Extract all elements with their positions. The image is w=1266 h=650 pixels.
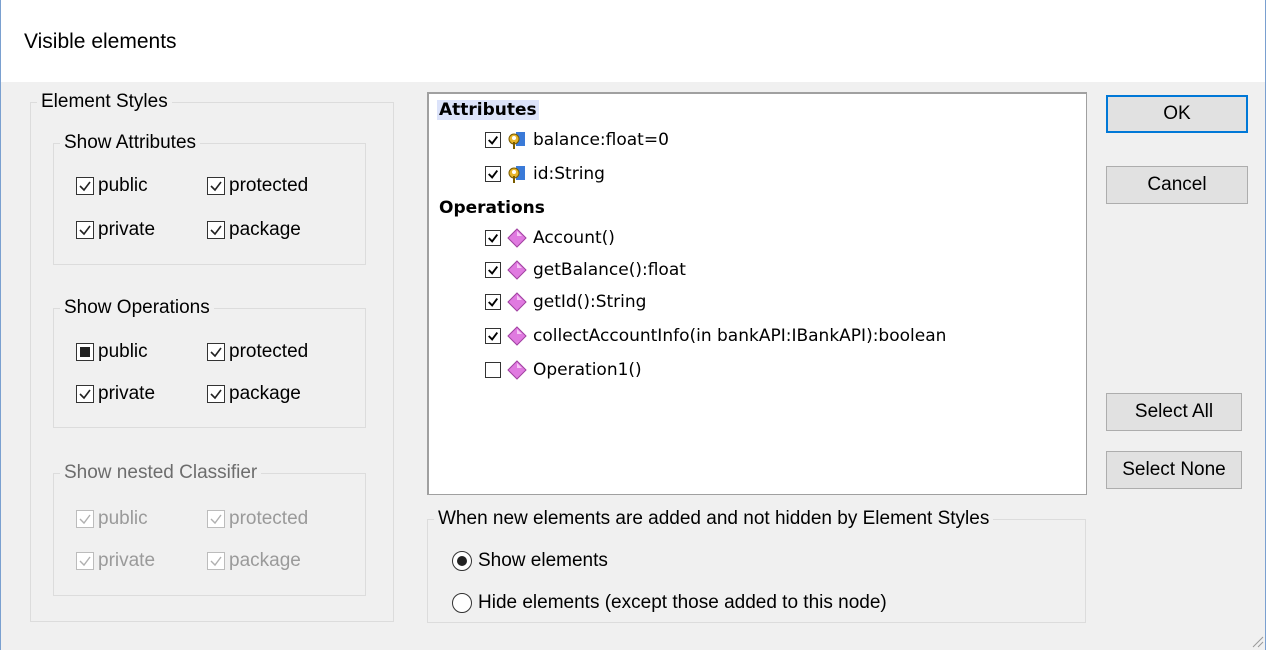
tree-item-label: id:String: [533, 164, 605, 184]
radio-circle[interactable]: [452, 551, 472, 571]
hide-elements-radio[interactable]: Hide elements (except those added to thi…: [452, 592, 887, 614]
show-nested-classifier-legend: Show nested Classifier: [64, 462, 258, 483]
operation-diamond-icon: [507, 360, 527, 380]
checkbox-label: package: [229, 219, 301, 240]
attr-package-checkbox[interactable]: package: [207, 219, 301, 241]
nested-package-checkbox: package: [207, 550, 301, 572]
tree-item-operation[interactable]: getId():String: [485, 292, 646, 312]
checkbox-label: private: [98, 550, 156, 571]
tree-category-attributes[interactable]: Attributes: [437, 100, 539, 120]
nested-public-checkbox: public: [76, 508, 148, 530]
tree-checkbox[interactable]: [485, 262, 501, 278]
operation-diamond-icon: [507, 326, 527, 346]
title-bar: Visible elements: [0, 0, 1266, 82]
checkbox-box[interactable]: [207, 385, 225, 403]
nested-protected-checkbox: protected: [207, 508, 308, 530]
tree-item-operation[interactable]: Account(): [485, 228, 615, 248]
checkbox-label: protected: [229, 175, 309, 196]
op-protected-checkbox[interactable]: protected: [207, 341, 308, 363]
tree-item-label: collectAccountInfo(in bankAPI:IBankAPI):…: [533, 326, 947, 346]
tree-checkbox[interactable]: [485, 132, 501, 148]
checkbox-label: protected: [229, 341, 309, 362]
key-attribute-icon: [507, 130, 527, 150]
radio-label: Hide elements (except those added to thi…: [478, 592, 887, 613]
select-all-button[interactable]: Select All: [1106, 393, 1242, 431]
show-operations-group: Show Operations: [53, 298, 366, 428]
checkbox-box[interactable]: [76, 221, 94, 239]
key-attribute-icon: [507, 164, 527, 184]
attr-protected-checkbox[interactable]: protected: [207, 175, 308, 197]
checkbox-label: package: [229, 550, 301, 571]
operation-diamond-icon: [507, 260, 527, 280]
checkbox-label: private: [98, 383, 156, 404]
tree-checkbox[interactable]: [485, 328, 501, 344]
show-operations-legend: Show Operations: [64, 297, 210, 318]
checkbox-box[interactable]: [207, 221, 225, 239]
checkbox-label: package: [229, 383, 301, 404]
checkbox-box: [207, 510, 225, 528]
show-attributes-legend: Show Attributes: [64, 132, 197, 153]
op-public-checkbox[interactable]: public: [76, 341, 148, 363]
resize-grip-icon[interactable]: [1248, 632, 1264, 648]
select-none-button[interactable]: Select None: [1106, 451, 1242, 489]
op-private-checkbox[interactable]: private: [76, 383, 155, 405]
tree-item-operation[interactable]: Operation1(): [485, 360, 642, 380]
visible-elements-tree[interactable]: Attributes balance:float=0 id:String Ope…: [427, 92, 1087, 495]
cancel-button[interactable]: Cancel: [1106, 166, 1248, 204]
checkbox-box: [76, 510, 94, 528]
checkbox-box: [76, 552, 94, 570]
window-frame-left: [0, 0, 1, 650]
checkbox-label: protected: [229, 508, 309, 529]
checkbox-box[interactable]: [207, 343, 225, 361]
attr-public-checkbox[interactable]: public: [76, 175, 148, 197]
tree-checkbox[interactable]: [485, 166, 501, 182]
tree-item-label: getId():String: [533, 292, 647, 312]
tree-checkbox[interactable]: [485, 294, 501, 310]
operation-diamond-icon: [507, 228, 527, 248]
element-styles-legend: Element Styles: [41, 91, 168, 112]
show-elements-radio[interactable]: Show elements: [452, 550, 608, 572]
operation-diamond-icon: [507, 292, 527, 312]
tree-item-label: Operation1(): [533, 360, 642, 380]
radio-circle[interactable]: [452, 593, 472, 613]
tree-item-label: getBalance():float: [533, 260, 686, 280]
new-elements-legend: When new elements are added and not hidd…: [438, 508, 990, 529]
checkbox-box[interactable]: [207, 177, 225, 195]
tree-checkbox[interactable]: [485, 362, 501, 378]
tree-item-operation[interactable]: collectAccountInfo(in bankAPI:IBankAPI):…: [485, 326, 946, 346]
tree-item-operation[interactable]: getBalance():float: [485, 260, 686, 280]
tree-item-label: Account(): [533, 228, 615, 248]
tree-item-attribute[interactable]: id:String: [485, 164, 605, 184]
op-package-checkbox[interactable]: package: [207, 383, 301, 405]
checkbox-box[interactable]: [76, 385, 94, 403]
checkbox-label: public: [98, 175, 148, 196]
checkbox-label: private: [98, 219, 156, 240]
radio-label: Show elements: [478, 550, 608, 571]
window-title: Visible elements: [24, 30, 177, 53]
checkbox-box[interactable]: [76, 343, 94, 361]
checkbox-label: public: [98, 341, 148, 362]
nested-private-checkbox: private: [76, 550, 155, 572]
checkbox-box[interactable]: [76, 177, 94, 195]
checkbox-label: public: [98, 508, 148, 529]
ok-button[interactable]: OK: [1106, 95, 1248, 133]
tree-checkbox[interactable]: [485, 230, 501, 246]
tree-item-attribute[interactable]: balance:float=0: [485, 130, 669, 150]
checkbox-box: [207, 552, 225, 570]
attr-private-checkbox[interactable]: private: [76, 219, 155, 241]
show-attributes-group: Show Attributes: [53, 133, 366, 265]
tree-category-operations[interactable]: Operations: [437, 198, 547, 218]
tree-item-label: balance:float=0: [533, 130, 669, 150]
